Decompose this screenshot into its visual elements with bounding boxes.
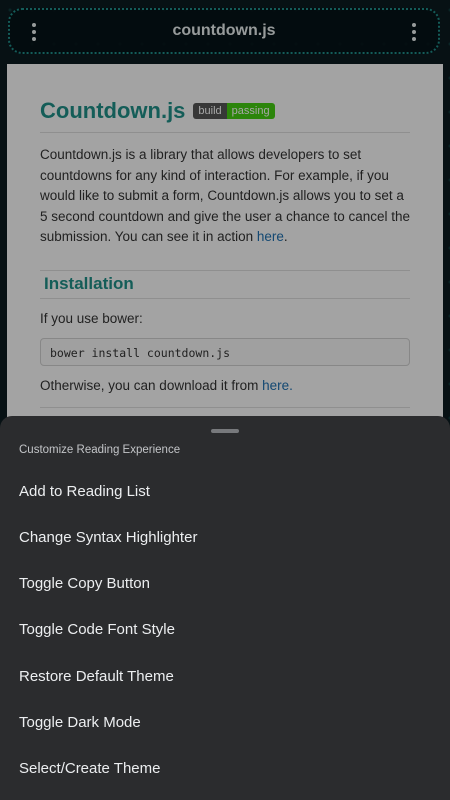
drag-handle[interactable]	[211, 429, 239, 433]
sheet-title: Customize Reading Experience	[19, 444, 181, 456]
menu-item-toggle-code-font[interactable]: Toggle Code Font Style	[0, 606, 450, 652]
menu-item-select-create-theme[interactable]: Select/Create Theme	[0, 745, 450, 791]
menu-item-toggle-dark-mode[interactable]: Toggle Dark Mode	[0, 699, 450, 745]
menu-item-change-syntax-highlighter[interactable]: Change Syntax Highlighter	[0, 514, 450, 560]
menu-item-add-reading-list[interactable]: Add to Reading List	[0, 468, 450, 514]
menu-item-toggle-copy-button[interactable]: Toggle Copy Button	[0, 560, 450, 606]
bottom-sheet: Customize Reading Experience Add to Read…	[0, 416, 450, 800]
menu-item-restore-default-theme[interactable]: Restore Default Theme	[0, 653, 450, 699]
